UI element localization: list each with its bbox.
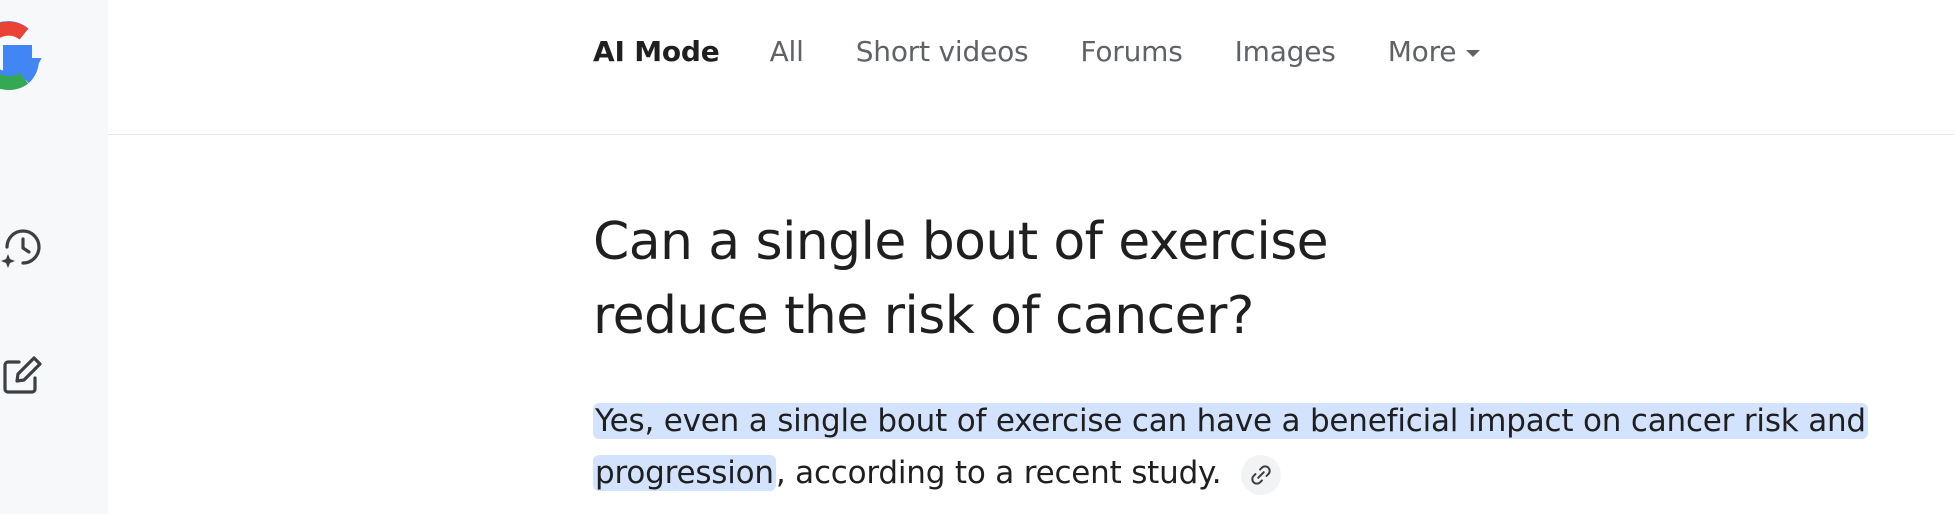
page: AI Mode All Short videos Forums Images M… [0, 0, 1954, 514]
google-logo[interactable] [0, 10, 64, 98]
sidebar [0, 0, 108, 514]
query-heading: Can a single bout of exercise reduce the… [593, 212, 1329, 346]
tab-more-label: More [1387, 35, 1457, 68]
answer-text: , according to a recent study. [775, 455, 1222, 491]
link-icon [1251, 464, 1271, 485]
tab-ai-mode[interactable]: AI Mode [593, 28, 720, 76]
tab-more[interactable]: More [1388, 28, 1481, 76]
new-chat-icon[interactable] [0, 348, 50, 404]
answer-paragraph: Yes, even a single bout of exercise can … [593, 395, 1953, 499]
highlighted-answer-text-1: Yes, even a single bout of exercise can … [593, 403, 1868, 439]
top-navigation-bar: AI Mode All Short videos Forums Images M… [108, 0, 1954, 135]
chevron-down-icon [1466, 49, 1481, 57]
tab-all[interactable]: All [770, 28, 804, 76]
highlighted-answer-text-2: progression [593, 455, 776, 491]
search-mode-tabs: AI Mode All Short videos Forums Images M… [593, 28, 1532, 76]
tab-images[interactable]: Images [1235, 28, 1336, 76]
history-icon[interactable] [0, 220, 50, 276]
google-g-icon [0, 21, 42, 91]
source-link-button[interactable] [1241, 454, 1282, 495]
tab-forums[interactable]: Forums [1080, 28, 1182, 76]
ai-answer-content: Can a single bout of exercise reduce the… [593, 205, 1954, 514]
tab-short-videos[interactable]: Short videos [856, 28, 1029, 76]
